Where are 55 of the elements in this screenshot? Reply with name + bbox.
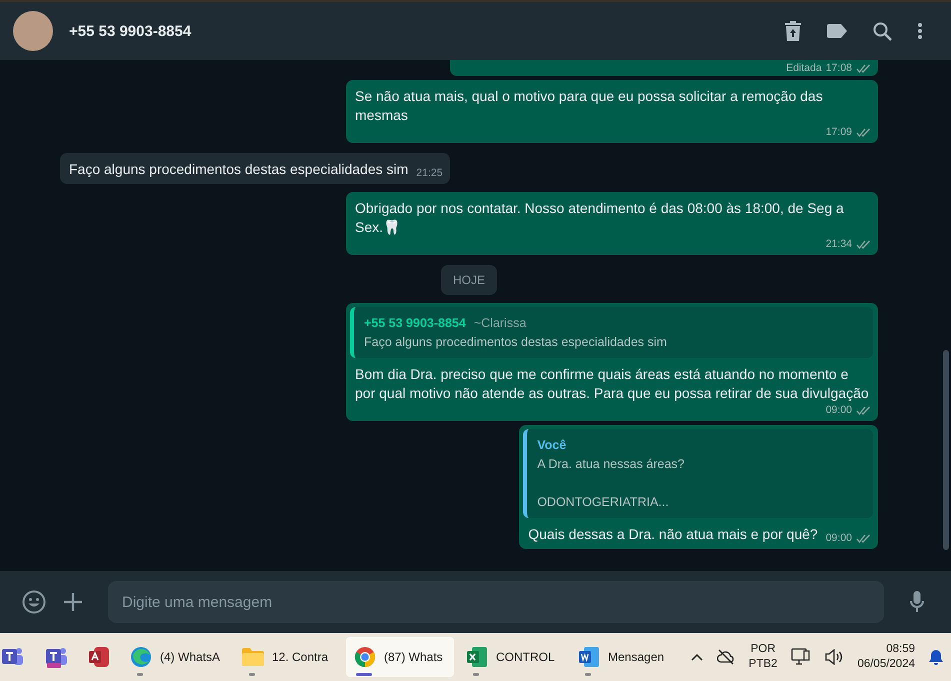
scrollbar[interactable]: [943, 350, 949, 550]
volume-icon[interactable]: [825, 649, 844, 665]
teams-icon: [0, 646, 24, 668]
clock[interactable]: 08:59 06/05/2024: [857, 642, 915, 672]
menu-icon[interactable]: [918, 23, 922, 39]
message-text: Faço alguns procedimentos destas especialidades sim: [69, 160, 408, 179]
plus-icon[interactable]: [64, 593, 82, 611]
double-check-icon: [856, 534, 871, 542]
cloud-off-icon[interactable]: [716, 649, 735, 665]
quote-alias: ~Clarissa: [474, 315, 526, 332]
quote-text: Faço alguns procedimentos destas especialidades sim: [364, 334, 668, 351]
label-icon[interactable]: [827, 24, 847, 38]
teams-icon: [44, 646, 68, 668]
trash-icon[interactable]: [785, 21, 801, 41]
edited-label: Editada: [786, 61, 822, 75]
message-text: Se não atua mais, qual o motivo para que eu possa solicitar a remoção das mesmas: [355, 87, 824, 125]
quoted-message[interactable]: Você A Dra. atua nessas áreas? ODONTOGERIATRIA...: [523, 429, 873, 518]
message-time: 21:25: [416, 166, 443, 180]
quote-author: +55 53 9903-8854: [364, 315, 466, 332]
folder-icon: [242, 648, 264, 666]
browser-icon: [354, 646, 376, 668]
contact-name: +55 53 9903-8854: [69, 22, 192, 40]
double-check-icon: [856, 64, 871, 72]
microphone-icon[interactable]: [910, 591, 924, 613]
quoted-message[interactable]: +55 53 9903-8854 ~Clarissa Faço alguns procedimentos destas especialidades sim: [350, 307, 873, 358]
emoji-icon[interactable]: [22, 590, 46, 614]
message-time: 17:09: [826, 125, 852, 139]
message-time: 21:34: [826, 237, 852, 251]
taskbar-app[interactable]: CONTROL: [458, 637, 566, 677]
database-icon: [88, 646, 110, 668]
double-check-icon: [856, 406, 871, 414]
chevron-up-icon[interactable]: [690, 653, 703, 661]
message-text: Obrigado por nos contatar. Nosso atendimento é das 08:00 às 18:00, de Seg a Sex.🦷: [355, 199, 845, 237]
quote-author: Você: [537, 437, 566, 454]
bell-icon[interactable]: [929, 649, 943, 665]
browser-icon: [130, 646, 152, 668]
network-icon[interactable]: [791, 648, 812, 666]
taskbar-app[interactable]: Mensagen: [570, 637, 678, 677]
double-check-icon: [856, 240, 871, 248]
contact-avatar[interactable]: [13, 11, 53, 51]
document-icon: [578, 646, 600, 668]
message-time: 09:00: [826, 531, 852, 545]
language-indicator[interactable]: POR PTB2: [748, 642, 778, 672]
message-text: Quais dessas a Dra. não atua mais e por quê?: [528, 525, 818, 544]
taskbar-app[interactable]: 12. Contra: [234, 637, 342, 677]
quote-text: A Dra. atua nessas áreas? ODONTOGERIATRIA...: [537, 456, 686, 511]
taskbar-app[interactable]: (4) WhatsA: [122, 637, 230, 677]
message-time: 17:08: [826, 61, 852, 75]
message-input[interactable]: Digite uma mensagem: [108, 581, 884, 623]
message-time: 09:00: [826, 403, 852, 417]
spreadsheet-icon: [466, 646, 488, 668]
double-check-icon: [856, 128, 871, 136]
message-text: Bom dia Dra. preciso que me confirme quais áreas está atuando no momento e por qual motivo não atende as outras. Para que eu possa retirar de sua divulgação: [355, 365, 870, 403]
taskbar-app[interactable]: (87) Whats: [346, 637, 454, 677]
search-icon[interactable]: [873, 22, 892, 40]
